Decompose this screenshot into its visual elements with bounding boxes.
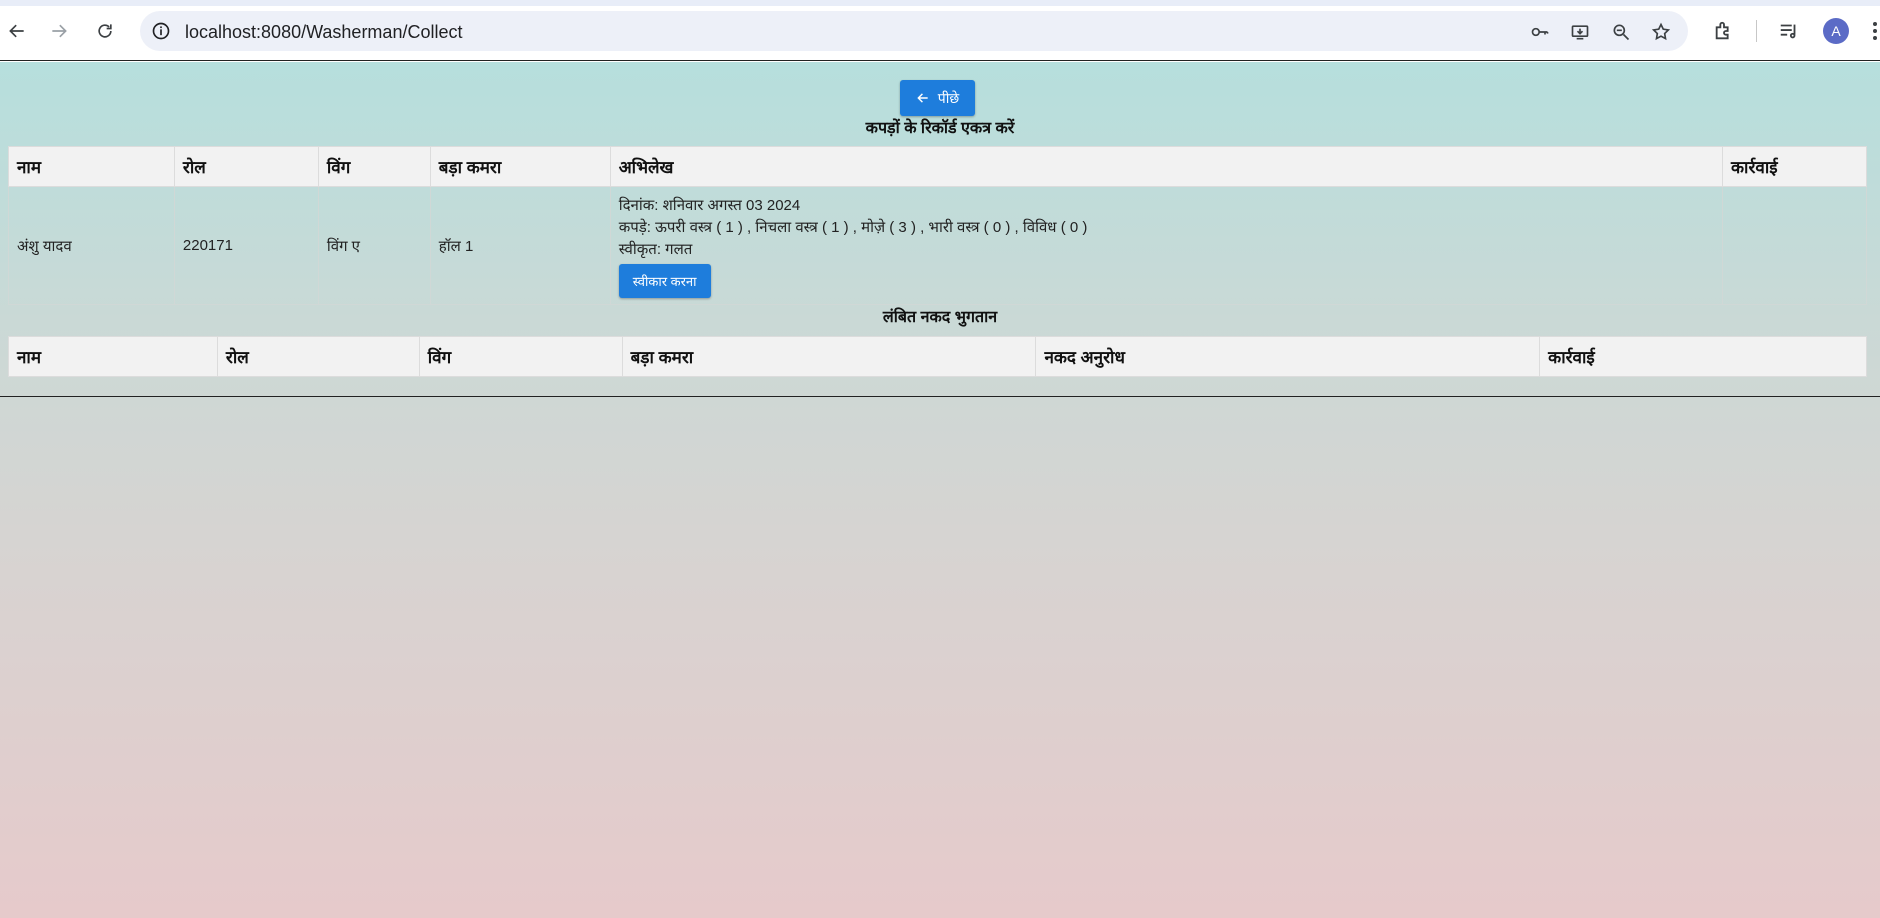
table-header-row: नाम रोल विंग बड़ा कमरा अभिलेख कार्रवाई xyxy=(8,146,1867,187)
site-info-icon[interactable] xyxy=(150,20,172,42)
page-background: पीछे कपड़ों के रिकॉर्ड एकत्र करें नाम रो… xyxy=(0,62,1880,918)
reload-icon[interactable] xyxy=(92,18,118,44)
cell-record: दिनांक: शनिवार अगस्त 03 2024 कपड़े: ऊपरी… xyxy=(609,186,1724,305)
column-header-wing: विंग xyxy=(418,336,623,377)
tab-strip-edge xyxy=(0,0,1880,6)
bookmark-star-icon[interactable] xyxy=(1649,20,1673,44)
forward-arrow-icon[interactable] xyxy=(46,18,72,44)
column-header-cash-request: नकद अनुरोध xyxy=(1035,336,1541,377)
column-header-name: नाम xyxy=(8,146,175,187)
back-button-label: पीछे xyxy=(937,89,960,106)
cell-action xyxy=(1722,186,1867,305)
record-accepted-status: स्वीकृत: गलत xyxy=(618,241,693,258)
cell-hall: हॉल 1 xyxy=(429,186,611,305)
column-header-action: कार्रवाई xyxy=(1539,336,1867,377)
pending-cash-table: नाम रोल विंग बड़ा कमरा नकद अनुरोध कार्रव… xyxy=(8,336,1867,377)
address-bar[interactable]: localhost:8080/Washerman/Collect xyxy=(140,11,1688,51)
column-header-action: कार्रवाई xyxy=(1722,146,1867,187)
toolbar-separator xyxy=(1756,20,1757,42)
record-date: दिनांक: शनिवार अगस्त 03 2024 xyxy=(618,197,801,214)
zoom-out-icon[interactable] xyxy=(1609,20,1633,44)
column-header-wing: विंग xyxy=(317,146,431,187)
cell-wing: विंग ए xyxy=(317,186,431,305)
table-header-row: नाम रोल विंग बड़ा कमरा नकद अनुरोध कार्रव… xyxy=(8,336,1867,377)
column-header-record: अभिलेख xyxy=(609,146,1724,187)
column-header-roll: रोल xyxy=(173,146,319,187)
collect-records-table: नाम रोल विंग बड़ा कमरा अभिलेख कार्रवाई अ… xyxy=(8,146,1867,305)
arrow-left-icon xyxy=(917,93,928,103)
browser-menu-icon[interactable] xyxy=(1870,18,1880,44)
column-header-hall: बड़ा कमरा xyxy=(621,336,1037,377)
collect-section-title: कपड़ों के रिकॉर्ड एकत्र करें xyxy=(865,120,1015,137)
main-content: पीछे कपड़ों के रिकॉर्ड एकत्र करें नाम रो… xyxy=(0,62,1880,397)
record-clothes: कपड़े: ऊपरी वस्त्र ( 1 ) , निचला वस्त्र … xyxy=(618,219,1088,236)
column-header-hall: बड़ा कमरा xyxy=(429,146,611,187)
accept-button[interactable]: स्वीकार करना xyxy=(618,264,711,298)
column-header-roll: रोल xyxy=(216,336,420,377)
cash-section-title: लंबित नकद भुगतान xyxy=(882,309,998,326)
cell-name: अंशु यादव xyxy=(8,186,175,305)
cell-roll: 220171 xyxy=(173,186,319,305)
media-control-icon[interactable] xyxy=(1776,18,1802,44)
key-icon[interactable] xyxy=(1528,20,1552,44)
table-row: अंशु यादव 220171 विंग ए हॉल 1 दिनांक: शन… xyxy=(8,186,1867,305)
back-arrow-icon[interactable] xyxy=(4,18,30,44)
browser-toolbar: localhost:8080/Washerman/Collect A xyxy=(0,0,1880,61)
profile-avatar[interactable]: A xyxy=(1823,18,1849,44)
url-text[interactable]: localhost:8080/Washerman/Collect xyxy=(185,22,462,43)
install-app-icon[interactable] xyxy=(1568,20,1592,44)
extensions-icon[interactable] xyxy=(1711,18,1737,44)
back-button[interactable]: पीछे xyxy=(900,80,975,116)
column-header-name: नाम xyxy=(8,336,218,377)
